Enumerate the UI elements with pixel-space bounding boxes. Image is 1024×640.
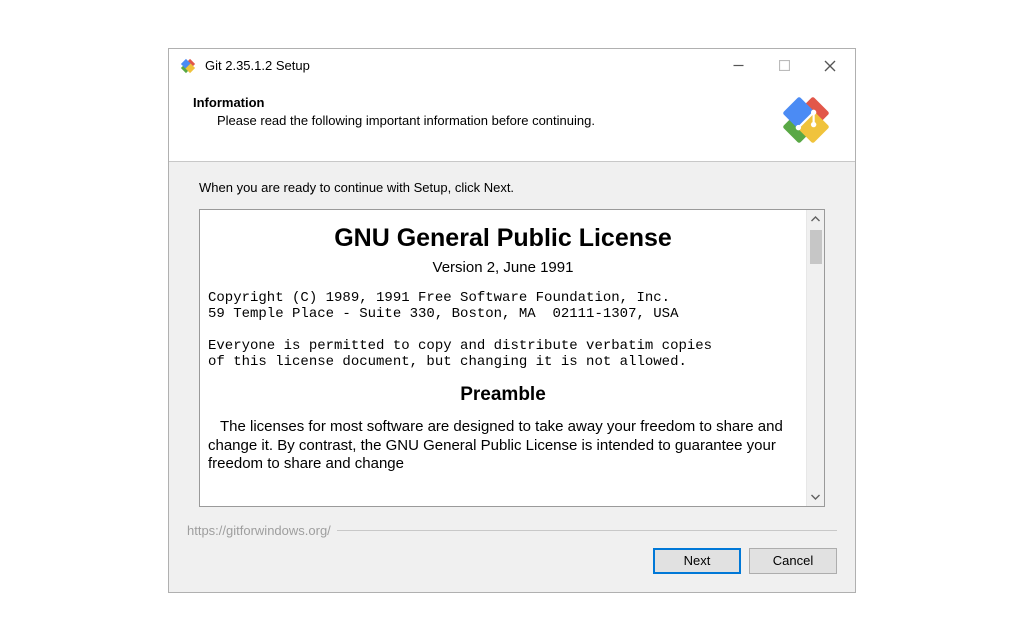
cancel-button[interactable]: Cancel [749, 548, 837, 574]
scroll-down-icon[interactable] [807, 488, 824, 506]
scrollbar[interactable] [806, 210, 824, 506]
git-logo-icon [779, 93, 833, 147]
scroll-up-icon[interactable] [807, 210, 824, 228]
git-icon [179, 57, 197, 75]
footer-url[interactable]: https://gitforwindows.org/ [187, 523, 337, 538]
license-content[interactable]: GNU General Public License Version 2, Ju… [200, 210, 806, 506]
footer: https://gitforwindows.org/ Next Cancel [169, 517, 855, 592]
page-subtitle: Please read the following important info… [193, 113, 779, 128]
scroll-thumb[interactable] [810, 230, 822, 264]
license-box: GNU General Public License Version 2, Ju… [199, 209, 825, 507]
body: When you are ready to continue with Setu… [169, 162, 855, 517]
minimize-button[interactable] [715, 50, 761, 82]
license-preamble-body: The licenses for most software are desig… [208, 418, 798, 474]
titlebar: Git 2.35.1.2 Setup [169, 49, 855, 83]
instruction-text: When you are ready to continue with Setu… [199, 180, 825, 195]
setup-window: Git 2.35.1.2 Setup Information Please re… [168, 48, 856, 593]
page-title: Information [193, 95, 779, 110]
next-button[interactable]: Next [653, 548, 741, 574]
license-preamble-heading: Preamble [208, 384, 798, 406]
license-copyright: Copyright (C) 1989, 1991 Free Software F… [208, 290, 798, 370]
maximize-button[interactable] [761, 50, 807, 82]
header: Information Please read the following im… [169, 83, 855, 162]
window-title: Git 2.35.1.2 Setup [205, 58, 715, 73]
divider [337, 530, 837, 531]
license-heading: GNU General Public License [208, 224, 798, 253]
window-controls [715, 50, 853, 82]
close-button[interactable] [807, 50, 853, 82]
license-version: Version 2, June 1991 [208, 259, 798, 276]
